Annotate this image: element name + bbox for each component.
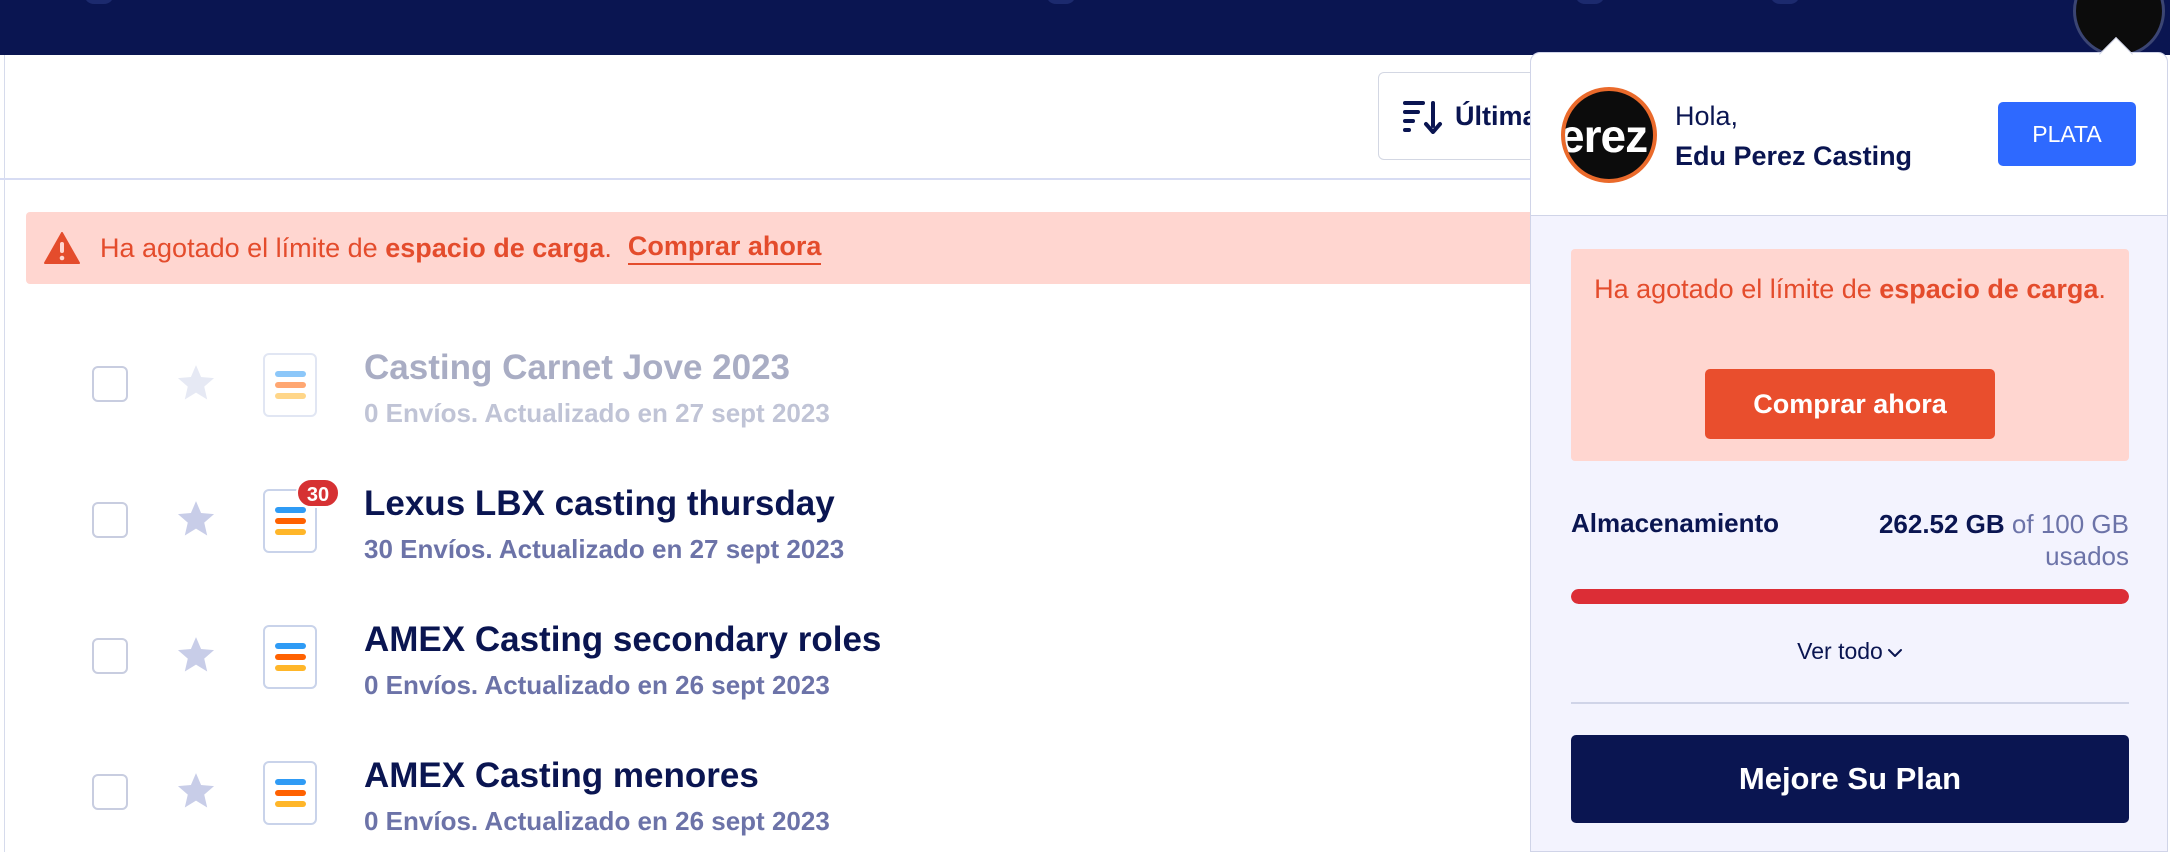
limit-warning-text: Ha agotado el límite de espacio de carga… (1594, 274, 2106, 304)
form-icon (263, 625, 317, 689)
form-meta: 0 Envíos. Actualizado en 26 sept 2023 (364, 806, 830, 836)
nav-item-edge[interactable] (1046, 0, 1076, 4)
nav-item-edge[interactable] (1770, 0, 1800, 4)
storage-usage-text: 262.52 GB of 100 GB usados (1878, 509, 2129, 571)
form-row[interactable]: AMEX Casting secondary roles 0 Envíos. A… (0, 592, 1530, 712)
form-row[interactable]: AMEX Casting menores 0 Envíos. Actualiza… (0, 728, 1530, 848)
form-title[interactable]: AMEX Casting menores (364, 756, 759, 796)
account-header: erez Hola, Edu Perez Casting PLATA (1531, 53, 2167, 216)
alert-text: Ha agotado el límite de espacio de carga… (100, 232, 612, 263)
submission-count-badge: 30 (296, 478, 340, 508)
star-icon[interactable] (175, 362, 217, 404)
storage-progress-fill (1571, 589, 2129, 604)
greeting: Hola, (1675, 101, 1739, 131)
view-all-toggle[interactable]: Ver todo (1531, 638, 2169, 665)
form-title[interactable]: AMEX Casting secondary roles (364, 620, 881, 660)
alert-buy-link[interactable]: Comprar ahora (627, 231, 822, 265)
form-icon (263, 353, 317, 417)
star-icon[interactable] (175, 634, 217, 676)
form-title[interactable]: Lexus LBX casting thursday (364, 484, 835, 524)
sort-descending-icon (1403, 101, 1442, 134)
form-title[interactable]: Casting Carnet Jove 2023 (364, 348, 790, 388)
star-icon[interactable] (175, 770, 217, 812)
account-dropdown-panel: erez Hola, Edu Perez Casting PLATA Ha ag… (1530, 52, 2168, 852)
form-row[interactable]: 30 Lexus LBX casting thursday 30 Envíos.… (0, 456, 1530, 576)
storage-label: Almacenamiento (1571, 508, 1780, 538)
plan-badge-button[interactable]: PLATA (1998, 102, 2136, 166)
form-meta: 30 Envíos. Actualizado en 27 sept 2023 (364, 534, 845, 564)
sort-label: Última (1455, 100, 1538, 131)
storage-progress-bar (1571, 589, 2129, 604)
form-meta: 0 Envíos. Actualizado en 27 sept 2023 (364, 398, 830, 428)
row-checkbox[interactable] (92, 366, 128, 402)
buy-now-button[interactable]: Comprar ahora (1705, 369, 1995, 439)
top-navbar (0, 0, 2170, 55)
nav-item-edge[interactable] (84, 0, 114, 4)
forms-toolbar: Última (0, 55, 1578, 180)
user-avatar: erez (1561, 87, 1657, 183)
user-name: Edu Perez Casting (1675, 141, 1913, 171)
upgrade-plan-button[interactable]: Mejore Su Plan (1571, 735, 2129, 823)
star-icon[interactable] (175, 498, 217, 540)
limit-warning-box: Ha agotado el límite de espacio de carga… (1571, 249, 2129, 461)
nav-item-edge[interactable] (1575, 0, 1605, 4)
row-checkbox[interactable] (92, 638, 128, 674)
row-checkbox[interactable] (92, 774, 128, 810)
form-row[interactable]: Casting Carnet Jove 2023 0 Envíos. Actua… (0, 320, 1530, 440)
storage-alert-banner: Ha agotado el límite de espacio de carga… (26, 212, 1536, 284)
form-meta: 0 Envíos. Actualizado en 26 sept 2023 (364, 670, 830, 700)
warning-icon (44, 232, 80, 264)
row-checkbox[interactable] (92, 502, 128, 538)
chevron-down-icon (1887, 648, 1902, 657)
divider (1571, 702, 2129, 704)
form-icon (263, 761, 317, 825)
